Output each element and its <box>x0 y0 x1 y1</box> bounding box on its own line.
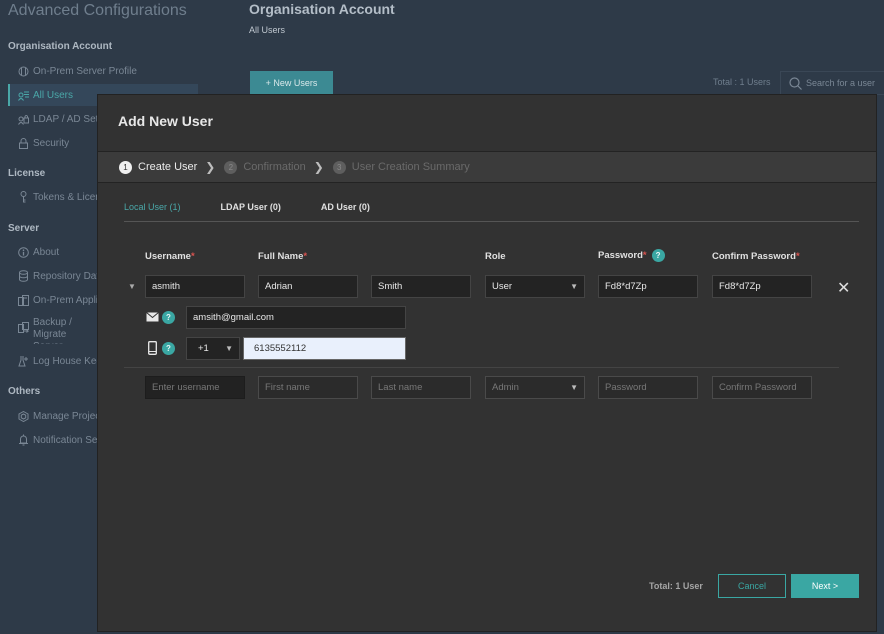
application-icon <box>17 294 29 306</box>
section-heading-server: Server <box>8 223 40 234</box>
step-number: 3 <box>332 160 346 174</box>
projects-icon <box>17 410 29 422</box>
new-role-select[interactable]: Admin ▼ <box>485 376 585 399</box>
help-icon[interactable]: ? <box>162 342 175 355</box>
next-button[interactable]: Next > <box>791 574 859 598</box>
column-header-confirm-password: Confirm Password * <box>712 251 800 262</box>
country-code-select[interactable]: +1 ▼ <box>186 337 240 360</box>
backup-icon <box>17 321 29 333</box>
column-header-role: Role <box>485 251 506 262</box>
section-heading-others: Others <box>8 386 41 397</box>
required-mark: * <box>795 251 800 262</box>
chevron-down-icon: ▼ <box>570 282 578 291</box>
section-heading-license: License <box>8 168 46 179</box>
tab-ldap-user[interactable]: LDAP User (0) <box>221 195 281 221</box>
ldap-icon <box>17 113 29 125</box>
header-label: Full Name <box>258 251 304 262</box>
users-icon <box>17 89 29 101</box>
tab-ad-user[interactable]: AD User (0) <box>321 195 370 221</box>
section-heading-organisation: Organisation Account <box>8 41 113 52</box>
bell-icon <box>17 434 29 446</box>
confirm-password-field[interactable]: Fd8*d7Zp <box>712 275 812 298</box>
column-header-full-name: Full Name * <box>258 251 307 262</box>
password-field[interactable]: Fd8*d7Zp <box>598 275 698 298</box>
header-label: Password <box>598 250 643 261</box>
row-divider <box>124 367 839 368</box>
page-title: Organisation Account <box>249 1 395 17</box>
new-username-field[interactable] <box>145 376 245 399</box>
help-icon[interactable]: ? <box>162 311 175 324</box>
chevron-right-icon: ❯ <box>205 160 216 174</box>
search-icon <box>789 76 802 90</box>
server-profile-icon <box>17 65 29 77</box>
search-placeholder: Search for a user <box>806 78 876 88</box>
step-number: 2 <box>224 160 238 174</box>
modal-title: Add New User <box>118 113 213 129</box>
step-label: Create User <box>138 161 198 173</box>
role-select[interactable]: User ▼ <box>485 275 585 298</box>
chevron-down-icon: ▼ <box>225 344 233 353</box>
remove-user-icon[interactable]: ✕ <box>837 278 850 298</box>
sidebar-item-label: On-Prem Server Profile <box>33 65 137 77</box>
chevron-down-icon: ▼ <box>570 383 578 392</box>
sidebar-item-label: Backup / Migrate Server <box>33 317 72 344</box>
header-label: Role <box>485 251 506 262</box>
role-value: User <box>492 281 513 292</box>
email-icon <box>146 312 159 325</box>
sidebar-item-label: All Users <box>33 89 74 101</box>
column-header-password: Password * ? <box>598 249 665 262</box>
app-title: Advanced Configurations <box>8 2 187 19</box>
database-icon <box>17 270 29 282</box>
mobile-phone-icon <box>148 341 157 358</box>
sidebar-item-label: Security <box>33 137 70 149</box>
new-users-button[interactable]: + New Users <box>250 71 333 95</box>
add-new-user-modal: Add New User 1 Create User ❯ 2 Confirmat… <box>97 94 877 632</box>
stepper: 1 Create User ❯ 2 Confirmation ❯ 3 User … <box>98 151 876 183</box>
tab-local-user[interactable]: Local User (1) <box>124 195 181 221</box>
required-mark: * <box>190 251 195 262</box>
last-name-field[interactable]: Smith <box>371 275 471 298</box>
column-header-username: Username * <box>145 251 195 262</box>
username-field[interactable]: asmith <box>145 275 245 298</box>
new-first-name-field[interactable] <box>258 376 358 399</box>
total-users-count: Total : 1 Users <box>713 77 771 87</box>
lock-icon <box>17 137 29 149</box>
sidebar-item-on-prem-server-profile[interactable]: On-Prem Server Profile <box>8 60 198 82</box>
help-icon[interactable]: ? <box>651 249 665 262</box>
chevron-right-icon: ❯ <box>313 160 324 174</box>
step-user-creation-summary: 3 User Creation Summary <box>332 160 470 174</box>
key-icon <box>17 191 29 203</box>
step-create-user: 1 Create User <box>119 160 198 174</box>
role-value: Admin <box>492 382 519 393</box>
country-code-value: +1 <box>198 343 209 354</box>
email-field[interactable]: amsith@gmail.com <box>186 306 406 329</box>
sidebar-item-label: About <box>33 246 60 258</box>
step-label: User Creation Summary <box>351 161 470 173</box>
step-number: 1 <box>119 160 132 174</box>
header-label: Username <box>145 251 191 262</box>
new-confirm-password-field[interactable] <box>712 376 812 399</box>
phone-field[interactable]: 6135552112 <box>243 337 406 360</box>
collapse-row-icon[interactable]: ▼ <box>128 282 136 291</box>
new-last-name-field[interactable] <box>371 376 471 399</box>
required-mark: * <box>303 251 308 262</box>
breadcrumb: All Users <box>249 25 286 35</box>
step-label: Confirmation <box>243 161 306 173</box>
header-label: Confirm Password <box>712 251 796 262</box>
log-icon <box>17 355 29 367</box>
footer-total: Total: 1 User <box>649 581 703 591</box>
search-input[interactable]: Search for a user <box>780 71 884 95</box>
info-icon <box>17 246 29 258</box>
cancel-button[interactable]: Cancel <box>718 574 786 598</box>
required-mark: * <box>642 250 647 261</box>
step-confirmation: 2 Confirmation <box>224 160 306 174</box>
user-type-tabs: Local User (1) LDAP User (0) AD User (0) <box>124 195 859 222</box>
first-name-field[interactable]: Adrian <box>258 275 358 298</box>
new-password-field[interactable] <box>598 376 698 399</box>
